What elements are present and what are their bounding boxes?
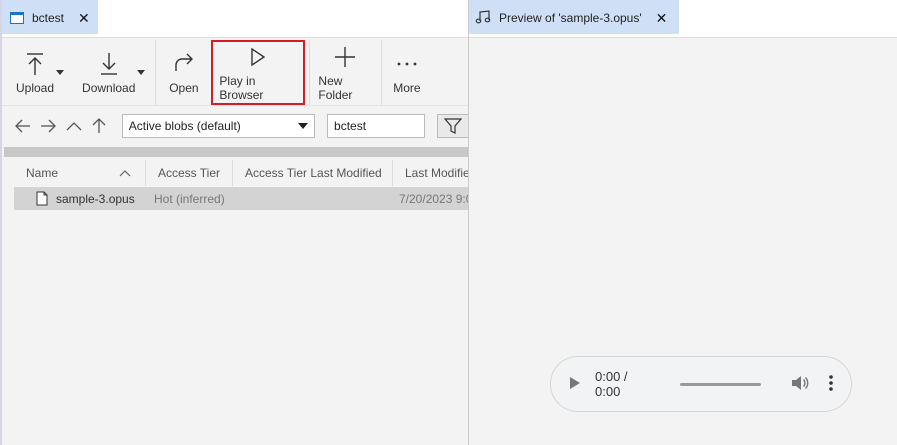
- tab-bctest[interactable]: bctest ✕: [2, 0, 98, 34]
- parent-folder-icon[interactable]: [63, 115, 84, 137]
- chevron-down-icon: [298, 123, 309, 129]
- play-label: Play in Browser: [219, 73, 264, 102]
- up-arrow-icon[interactable]: [88, 115, 109, 137]
- upload-dropdown-icon[interactable]: [56, 70, 65, 75]
- music-note-icon: [475, 9, 491, 27]
- loading-bar: [4, 147, 468, 157]
- window-icon: [10, 12, 24, 24]
- tab-title: bctest: [32, 11, 65, 25]
- column-access-tier[interactable]: Access Tier: [146, 160, 233, 186]
- download-label: Download: [82, 80, 136, 95]
- new-folder-button[interactable]: New Folder: [309, 40, 379, 105]
- download-dropdown-icon[interactable]: [137, 70, 146, 75]
- column-name[interactable]: Name: [14, 160, 146, 186]
- more-dots-icon: [396, 51, 418, 77]
- filter-funnel-icon: [444, 118, 463, 134]
- toolbar: Upload Download Open Play in Browser New…: [2, 40, 470, 106]
- back-arrow-icon[interactable]: [12, 115, 33, 137]
- redo-arrow-icon: [172, 51, 196, 77]
- more-label: More: [393, 80, 421, 95]
- audio-player: 0:00 / 0:00: [550, 356, 852, 412]
- table-header: Name Access Tier Access Tier Last Modifi…: [14, 160, 470, 186]
- tab-title: Preview of 'sample-3.opus': [499, 11, 642, 25]
- column-last-modified[interactable]: Last Modified: [393, 160, 470, 186]
- play-icon: [250, 44, 266, 70]
- download-button[interactable]: Download: [74, 40, 146, 105]
- upload-button[interactable]: Upload: [2, 40, 65, 105]
- sort-ascending-icon: [119, 166, 131, 180]
- filter-button[interactable]: [436, 114, 470, 138]
- cell-name: sample-3.opus: [14, 191, 146, 206]
- more-button[interactable]: More: [381, 40, 431, 105]
- seek-slider[interactable]: [679, 382, 761, 386]
- download-icon: [99, 51, 119, 77]
- close-icon[interactable]: ✕: [78, 10, 90, 27]
- volume-icon[interactable]: [791, 375, 809, 394]
- left-pane: bctest ✕ Upload Download Open Play in Br…: [0, 0, 470, 445]
- open-button[interactable]: Open: [155, 40, 211, 105]
- cell-access-tier: Hot (inferred): [154, 191, 225, 206]
- navigation-row: Active blobs (default) bctest: [2, 112, 470, 140]
- open-label: Open: [169, 80, 199, 95]
- play-icon[interactable]: [569, 376, 581, 393]
- cell-last-modified: 7/20/2023 9:0: [399, 191, 470, 206]
- playback-time: 0:00 / 0:00: [595, 369, 628, 399]
- tab-preview[interactable]: Preview of 'sample-3.opus' ✕: [469, 0, 680, 34]
- more-options-icon[interactable]: [829, 374, 833, 394]
- blob-filter-select[interactable]: Active blobs (default): [121, 114, 316, 138]
- column-access-tier-last-modified[interactable]: Access Tier Last Modified: [233, 160, 393, 186]
- upload-label: Upload: [16, 80, 55, 95]
- forward-arrow-icon[interactable]: [37, 115, 58, 137]
- file-icon: [36, 191, 48, 206]
- left-tabbar: bctest ✕: [2, 0, 470, 38]
- close-icon[interactable]: ✕: [656, 10, 668, 27]
- blob-filter-value: Active blobs (default): [128, 119, 241, 133]
- upload-icon: [25, 51, 45, 77]
- preview-pane: Preview of 'sample-3.opus' ✕ 0:00 / 0:00: [469, 0, 897, 445]
- plus-icon: [334, 44, 356, 70]
- table-row[interactable]: sample-3.opus Hot (inferred) 7/20/2023 9…: [14, 187, 470, 210]
- play-in-browser-button[interactable]: Play in Browser: [211, 40, 306, 105]
- path-input[interactable]: bctest: [327, 114, 425, 138]
- new-folder-label: New Folder: [318, 73, 353, 102]
- right-tabbar: Preview of 'sample-3.opus' ✕: [469, 0, 897, 38]
